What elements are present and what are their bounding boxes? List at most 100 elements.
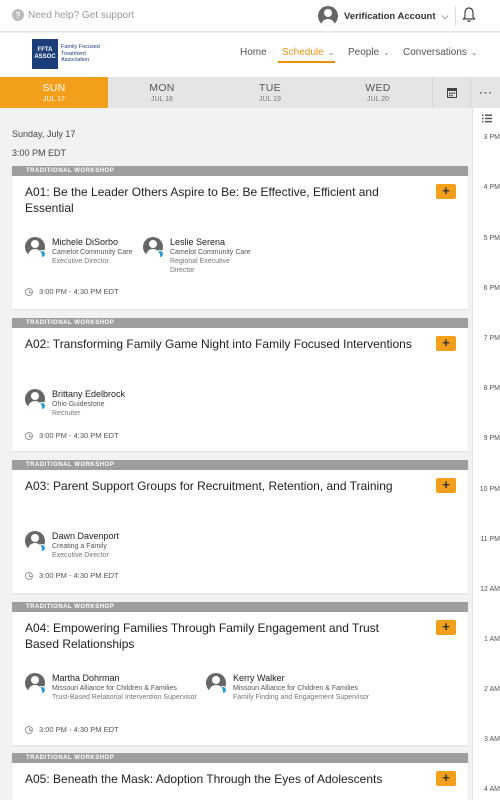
nav-schedule[interactable]: Schedule ⌄ bbox=[282, 47, 334, 58]
speaker-org: Creating a Family bbox=[52, 543, 107, 550]
time-rail-hour[interactable]: 2 AM bbox=[476, 686, 500, 693]
chevron-down-icon: ⌵ bbox=[441, 10, 449, 21]
session-time: 3:00 PM - 4:30 PM EDT bbox=[25, 725, 119, 734]
session-title[interactable]: A05: Beneath the Mask: Adoption Through … bbox=[25, 771, 415, 787]
avatar bbox=[25, 389, 46, 410]
time-rail-hour[interactable]: 1 AM bbox=[476, 636, 500, 643]
avatar bbox=[143, 237, 164, 258]
bell-icon[interactable] bbox=[462, 7, 476, 23]
add-to-schedule-button[interactable]: + bbox=[436, 771, 456, 786]
utility-bar: ? Need help? Get support Verification Ac… bbox=[0, 0, 500, 32]
account-menu[interactable]: Verification Account ⌵ bbox=[318, 6, 448, 26]
time-rail-hour[interactable]: 7 PM bbox=[476, 335, 500, 342]
more-options-icon[interactable]: ⋯ bbox=[470, 77, 500, 108]
speaker[interactable]: Brittany Edelbrock Ohio Guidestone Recru… bbox=[25, 389, 125, 418]
logo[interactable]: FFTA ASSOC Family Focused Treatment Asso… bbox=[32, 39, 101, 69]
avatar bbox=[318, 6, 338, 26]
session-card-a05[interactable]: TRADITIONAL WORKSHOP A05: Beneath the Ma… bbox=[12, 753, 468, 800]
time-rail-hour[interactable]: 12 AM bbox=[476, 586, 500, 593]
tab-day-date: JUL 18 bbox=[151, 96, 173, 103]
session-type-tag: TRADITIONAL WORKSHOP bbox=[12, 318, 468, 328]
speaker-role: Executive Director bbox=[52, 258, 109, 265]
time-rail-hour[interactable]: 3 AM bbox=[476, 736, 500, 743]
speaker[interactable]: Michele DiSorbo Camelot Community Care E… bbox=[25, 237, 133, 266]
speaker-org: Ohio Guidestone bbox=[52, 401, 105, 408]
speaker[interactable]: Martha Dohrman Missouri Alliance for Chi… bbox=[25, 673, 200, 702]
speaker-role: Trust-Based Relational Intervention Supe… bbox=[52, 694, 197, 701]
tab-day-date: JUL 19 bbox=[259, 96, 281, 103]
session-title[interactable]: A03: Parent Support Groups for Recruitme… bbox=[25, 478, 415, 494]
avatar bbox=[25, 237, 46, 258]
session-time-text: 3:00 PM - 4:30 PM EDT bbox=[39, 431, 119, 440]
speaker[interactable]: Kerry Walker Missouri Alliance for Child… bbox=[206, 673, 386, 702]
status-dot bbox=[38, 250, 46, 258]
session-time: 3:00 PM - 4:30 PM EDT bbox=[25, 287, 119, 296]
session-card-a02[interactable]: TRADITIONAL WORKSHOP A02: Transforming F… bbox=[12, 318, 468, 451]
nav-home[interactable]: Home bbox=[240, 47, 267, 58]
time-rail-hour[interactable]: 9 PM bbox=[476, 435, 500, 442]
help-link[interactable]: ? Need help? Get support bbox=[12, 9, 134, 21]
speaker-role: Regional Executive Director bbox=[170, 258, 230, 274]
add-to-schedule-button[interactable]: + bbox=[436, 620, 456, 635]
clock-icon bbox=[25, 287, 33, 296]
tab-day-sun[interactable]: SUN JUL 17 bbox=[0, 77, 108, 108]
tab-day-wed[interactable]: WED JUL 20 bbox=[324, 77, 432, 108]
add-to-schedule-button[interactable]: + bbox=[436, 478, 456, 493]
tab-day-name: TUE bbox=[259, 82, 281, 94]
time-rail-hour[interactable]: 5 PM bbox=[476, 235, 500, 242]
active-nav-indicator bbox=[278, 61, 335, 63]
calendar-button[interactable] bbox=[432, 77, 470, 108]
add-to-schedule-button[interactable]: + bbox=[436, 336, 456, 351]
speaker[interactable]: Dawn Davenport Creating a Family Executi… bbox=[25, 531, 119, 560]
session-time-text: 3:00 PM - 4:30 PM EDT bbox=[39, 571, 119, 580]
nav-conversations[interactable]: Conversations ⌄ bbox=[403, 47, 478, 58]
chevron-down-icon: ⌄ bbox=[383, 48, 390, 57]
time-rail-hour[interactable]: 4 PM bbox=[476, 184, 500, 191]
speaker-org: Missouri Alliance for Children & Familie… bbox=[52, 685, 177, 692]
time-rail-hour[interactable]: 10 PM bbox=[476, 486, 500, 493]
time-rail-hour[interactable]: 6 PM bbox=[476, 285, 500, 292]
avatar bbox=[25, 673, 46, 694]
clock-icon bbox=[25, 571, 33, 580]
tab-day-tue[interactable]: TUE JUL 19 bbox=[216, 77, 324, 108]
tab-day-mon[interactable]: MON JUL 18 bbox=[108, 77, 216, 108]
logo-mark-bottom: ASSOC bbox=[34, 54, 56, 60]
time-rail-hour[interactable]: 3 PM bbox=[476, 134, 500, 141]
clock-icon bbox=[25, 431, 33, 440]
session-title[interactable]: A02: Transforming Family Game Night into… bbox=[25, 336, 415, 352]
time-rail-hour[interactable]: 8 PM bbox=[476, 385, 500, 392]
add-to-schedule-button[interactable]: + bbox=[436, 184, 456, 199]
speaker-role: Recruiter bbox=[52, 410, 81, 417]
time-rail-hour[interactable]: 11 PM bbox=[476, 536, 500, 543]
time-rail-hour[interactable]: 4 AM bbox=[476, 786, 500, 793]
tab-day-name: MON bbox=[149, 82, 175, 94]
nav-people-label: People bbox=[348, 47, 380, 58]
session-type-tag: TRADITIONAL WORKSHOP bbox=[12, 166, 468, 176]
account-name: Verification Account bbox=[344, 10, 436, 22]
speaker-role: Family Finding and Engagement Supervisor bbox=[233, 694, 370, 701]
nav-schedule-label: Schedule bbox=[282, 47, 324, 58]
speaker-name: Martha Dohrman bbox=[52, 673, 120, 683]
session-time: 3:00 PM - 4:30 PM EDT bbox=[25, 571, 119, 580]
speaker-role: Executive Director bbox=[52, 552, 109, 559]
list-view-icon[interactable] bbox=[482, 114, 492, 123]
session-card-a04[interactable]: TRADITIONAL WORKSHOP A04: Empowering Fam… bbox=[12, 602, 468, 745]
session-card-a01[interactable]: TRADITIONAL WORKSHOP A01: Be the Leader … bbox=[12, 166, 468, 309]
status-dot bbox=[38, 544, 46, 552]
speaker-name: Dawn Davenport bbox=[52, 531, 120, 541]
speaker-name: Leslie Serena bbox=[170, 237, 226, 247]
nav-people[interactable]: People ⌄ bbox=[348, 47, 390, 58]
logo-text: Family Focused Treatment Association bbox=[61, 44, 100, 64]
time-rail[interactable]: 3 PM 4 PM 5 PM 6 PM 7 PM 8 PM 9 PM 10 PM… bbox=[472, 108, 500, 800]
nav-conversations-label: Conversations bbox=[403, 47, 467, 58]
main-header: FFTA ASSOC Family Focused Treatment Asso… bbox=[0, 33, 500, 77]
speaker-name: Michele DiSorbo bbox=[52, 237, 119, 247]
clock-icon bbox=[25, 725, 33, 734]
speaker[interactable]: Leslie Serena Camelot Community Care Reg… bbox=[143, 237, 253, 275]
session-type-tag: TRADITIONAL WORKSHOP bbox=[12, 460, 468, 470]
session-title[interactable]: A01: Be the Leader Others Aspire to Be: … bbox=[25, 184, 415, 216]
speaker-name: Kerry Walker bbox=[233, 673, 285, 683]
tab-day-name: SUN bbox=[42, 82, 66, 94]
session-title[interactable]: A04: Empowering Families Through Family … bbox=[25, 620, 415, 652]
session-card-a03[interactable]: TRADITIONAL WORKSHOP A03: Parent Support… bbox=[12, 460, 468, 593]
